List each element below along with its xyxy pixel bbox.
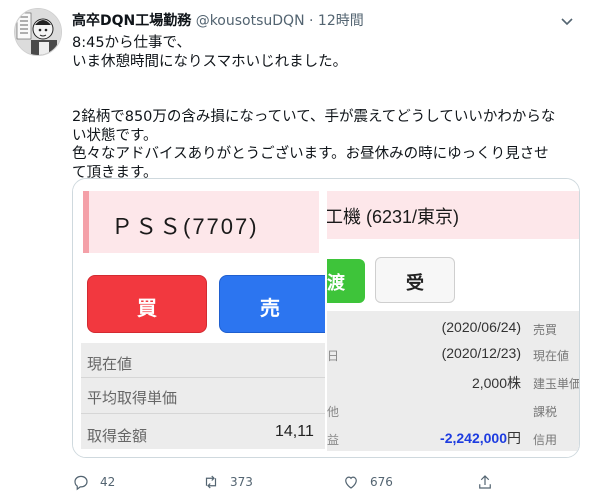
- sell-button: 売: [219, 275, 325, 333]
- separator-dot: ·: [309, 13, 314, 29]
- like-count: 676: [370, 475, 393, 489]
- like-button[interactable]: 676: [342, 470, 393, 494]
- row-label: 建玉単価: [533, 377, 580, 391]
- tweet-text: 8:45から仕事で、 いま休憩時間になりスマホいじれました。 2銘柄で850万の…: [72, 34, 580, 182]
- heart-icon: [345, 476, 357, 489]
- reply-button[interactable]: 42: [72, 470, 115, 494]
- share-icon: [479, 475, 491, 489]
- tweet-media: ＰＳＳ(7707) 買 売 現在値 平均取得単価 取得金額 14,11 工機 (…: [72, 178, 580, 458]
- position-table: 現在値 平均取得単価 取得金額 14,11: [81, 343, 325, 449]
- handle[interactable]: @kousotsuDQN: [196, 13, 305, 29]
- retweet-icon: [205, 475, 217, 489]
- retweet-button[interactable]: 373: [202, 470, 253, 494]
- media-image-right[interactable]: 工機 (6231/東京) 渡 受 (2020/06/24) 売買 日 (2020…: [327, 179, 580, 457]
- row-label: 課税: [533, 405, 558, 419]
- tweet-header: 高卒DQN工場勤務 @kousotsuDQN · 12時間: [72, 10, 578, 32]
- buy-button: 買: [87, 275, 207, 333]
- row-label: 信用: [533, 433, 558, 447]
- tweet-line: 8:45から仕事で、: [72, 35, 191, 51]
- row-label: 取得金額: [87, 428, 148, 445]
- tweet-actions: 42 373 676: [72, 470, 512, 494]
- reply-count: 42: [100, 475, 116, 489]
- row-label: 現在値: [533, 349, 570, 363]
- media-image-left[interactable]: ＰＳＳ(7707) 買 売 現在値 平均取得単価 取得金額 14,11: [73, 179, 327, 457]
- tweet-line: いま休憩時間になりスマホいじれました。: [72, 53, 348, 70]
- row-value: 2,000株: [471, 375, 521, 391]
- timestamp[interactable]: 12時間: [318, 13, 364, 29]
- row-cut-label: 他: [327, 405, 340, 419]
- receive-button: 受: [375, 257, 455, 303]
- tweet-line: い状態です。: [72, 127, 158, 144]
- share-button[interactable]: [476, 470, 504, 494]
- position-table: (2020/06/24) 売買 日 (2020/12/23) 現在値 2,000…: [327, 311, 580, 451]
- row-cut-label: 日: [327, 349, 340, 363]
- stock-title: ＰＳＳ(7707): [111, 214, 259, 239]
- retweet-count: 373: [230, 475, 253, 489]
- row-label: 売買: [533, 323, 558, 337]
- reply-icon: [74, 475, 88, 491]
- unrealized-loss: -2,242,000円: [440, 430, 521, 446]
- row-label: 平均取得単価: [87, 390, 178, 407]
- display-name[interactable]: 高卒DQN工場勤務: [72, 13, 191, 29]
- avatar[interactable]: [14, 8, 62, 56]
- stock-title-bar: 工機 (6231/東京): [327, 191, 579, 239]
- stock-title-bar: ＰＳＳ(7707): [83, 191, 319, 253]
- tweet-line: 2銘柄で850万の含み損になっていて、手が震えてどうしていいかわからな: [72, 109, 556, 125]
- row-value: (2020/12/23): [441, 345, 521, 361]
- chevron-down-icon[interactable]: [558, 12, 576, 30]
- stock-title: 工機 (6231/東京): [327, 207, 460, 227]
- row-value: 14,11: [275, 423, 314, 440]
- row-label: 現在値: [87, 356, 133, 373]
- row-cut-label: 益: [327, 433, 340, 447]
- delivery-button: 渡: [327, 259, 365, 303]
- tweet-line: 色々なアドバイスありがとうございます。お昼休みの時にゆっくり見させ: [72, 146, 549, 162]
- row-value: (2020/06/24): [441, 319, 521, 335]
